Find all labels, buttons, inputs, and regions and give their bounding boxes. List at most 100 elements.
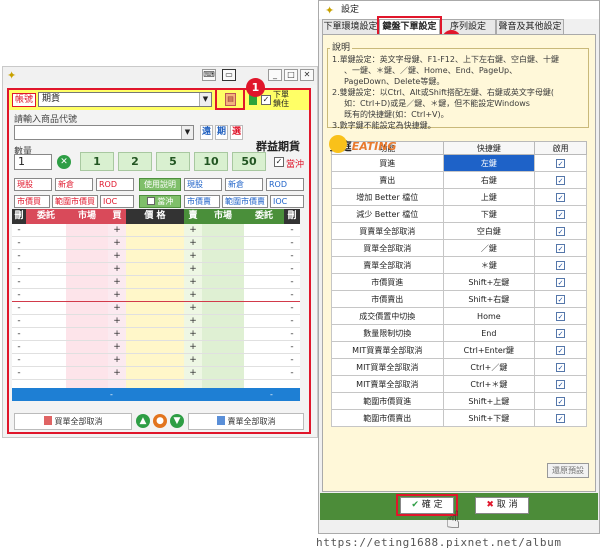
hotkey-key[interactable]: 上鍵 bbox=[442, 188, 536, 206]
minimize-button[interactable]: _ bbox=[268, 69, 282, 81]
hotkey-enabled-checkbox[interactable]: ✓ bbox=[556, 379, 566, 389]
sell-cell[interactable]: + bbox=[184, 289, 202, 302]
qty-button-1[interactable]: 1 bbox=[80, 152, 114, 171]
buy-cell[interactable]: + bbox=[108, 250, 126, 263]
delete-sell-cell[interactable]: - bbox=[284, 263, 300, 276]
daytrade-checkbox[interactable]: ✓ bbox=[274, 157, 284, 167]
hotkey-key[interactable]: ＊鍵 bbox=[442, 256, 536, 274]
left-position-select[interactable]: 新倉 bbox=[55, 178, 93, 191]
delete-sell-cell[interactable]: - bbox=[284, 289, 300, 302]
daytrade-toggle[interactable]: 當沖 bbox=[139, 195, 181, 208]
buy-cell[interactable]: + bbox=[108, 315, 126, 328]
delete-sell-cell[interactable]: - bbox=[284, 328, 300, 341]
options-button[interactable]: 選 bbox=[230, 125, 243, 140]
hotkey-enabled-checkbox[interactable]: ✓ bbox=[556, 260, 566, 270]
delete-buy-cell[interactable]: - bbox=[12, 276, 26, 289]
hotkey-key[interactable]: ／鍵 bbox=[442, 239, 536, 257]
sell-cell[interactable]: + bbox=[184, 328, 202, 341]
hotkey-enabled-checkbox[interactable]: ✓ bbox=[556, 243, 566, 253]
hotkey-enabled-checkbox[interactable]: ✓ bbox=[556, 328, 566, 338]
buy-cell[interactable]: + bbox=[108, 276, 126, 289]
hotkey-key[interactable]: 左鍵 bbox=[442, 154, 536, 172]
delete-buy-cell[interactable]: - bbox=[12, 263, 26, 276]
sell-cell[interactable]: + bbox=[184, 302, 202, 315]
delete-buy-cell[interactable]: - bbox=[12, 354, 26, 367]
hotkey-row[interactable]: 買單全部取消 ／鍵 ✓ bbox=[331, 239, 587, 257]
sell-cell[interactable]: + bbox=[184, 237, 202, 250]
hotkey-enabled-checkbox[interactable]: ✓ bbox=[556, 226, 566, 236]
hotkey-row[interactable]: 範圍市價賣出 Shift+下鍵 ✓ bbox=[331, 409, 587, 427]
hotkey-row[interactable]: 成交價置中切換 Home ✓ bbox=[331, 307, 587, 325]
buy-cell[interactable]: + bbox=[108, 328, 126, 341]
usage-guide-button[interactable]: 使用說明 bbox=[139, 178, 181, 191]
left-rod-select[interactable]: ROD bbox=[96, 178, 134, 191]
restore-defaults-button[interactable]: 還原預設 bbox=[547, 463, 589, 478]
sell-cell[interactable]: + bbox=[184, 263, 202, 276]
buy-cell[interactable]: + bbox=[108, 367, 126, 380]
hotkey-key[interactable]: Shift+上鍵 bbox=[442, 392, 536, 410]
buy-cell[interactable]: + bbox=[108, 354, 126, 367]
hotkey-key[interactable]: Shift+右鍵 bbox=[442, 290, 536, 308]
hotkey-row[interactable]: 買賣單全部取消 空白鍵 ✓ bbox=[331, 222, 587, 240]
range-market-buy-button[interactable]: 範圍市價買 bbox=[52, 195, 98, 208]
delete-buy-cell[interactable]: - bbox=[12, 237, 26, 250]
hotkey-enabled-checkbox[interactable]: ✓ bbox=[556, 158, 566, 168]
up-arrow-icon[interactable]: ▲ bbox=[136, 414, 150, 428]
sell-cell[interactable]: + bbox=[184, 341, 202, 354]
hotkey-enabled-checkbox[interactable]: ✓ bbox=[556, 311, 566, 321]
cancel-button[interactable]: ✖ 取 消 bbox=[475, 497, 529, 514]
delete-buy-cell[interactable]: - bbox=[12, 328, 26, 341]
hotkey-row[interactable]: 市價買進 Shift+左鍵 ✓ bbox=[331, 273, 587, 291]
delete-buy-cell[interactable]: - bbox=[12, 250, 26, 263]
right-rod-select[interactable]: ROD bbox=[266, 178, 304, 191]
hotkey-row[interactable]: 賣出 右鍵 ✓ bbox=[331, 171, 587, 189]
qty-button-10[interactable]: 10 bbox=[194, 152, 228, 171]
futures-button[interactable]: 期 bbox=[215, 125, 228, 140]
hotkey-enabled-checkbox[interactable]: ✓ bbox=[556, 345, 566, 355]
delete-sell-cell[interactable]: - bbox=[284, 302, 300, 315]
sell-cell[interactable]: + bbox=[184, 276, 202, 289]
maximize-button[interactable]: □ bbox=[284, 69, 298, 81]
buy-cell[interactable]: + bbox=[108, 237, 126, 250]
right-ioc-select[interactable]: IOC bbox=[270, 195, 304, 208]
buy-cell[interactable]: + bbox=[108, 263, 126, 276]
hotkey-row[interactable]: 範圍市價買進 Shift+上鍵 ✓ bbox=[331, 392, 587, 410]
hotkey-row[interactable]: 賣單全部取消 ＊鍵 ✓ bbox=[331, 256, 587, 274]
delete-sell-cell[interactable]: - bbox=[284, 354, 300, 367]
left-ioc-select[interactable]: IOC bbox=[100, 195, 134, 208]
range-market-sell-button[interactable]: 範圍市價賣 bbox=[222, 195, 268, 208]
market-buy-button[interactable]: 市價買 bbox=[14, 195, 50, 208]
delete-sell-cell[interactable]: - bbox=[284, 341, 300, 354]
far-month-button[interactable]: 遠 bbox=[200, 125, 213, 140]
buy-cell[interactable]: + bbox=[108, 289, 126, 302]
hotkey-key[interactable]: Home bbox=[442, 307, 536, 325]
down-arrow-icon[interactable]: ▼ bbox=[170, 414, 184, 428]
hotkey-row[interactable]: MIT賣單全部取消 Ctrl+＊鍵 ✓ bbox=[331, 375, 587, 393]
delete-sell-cell[interactable]: - bbox=[284, 315, 300, 328]
tab-window-icon[interactable]: ▭ bbox=[222, 69, 236, 81]
clear-icon[interactable]: ✕ bbox=[57, 155, 71, 169]
hotkey-enabled-checkbox[interactable]: ✓ bbox=[556, 277, 566, 287]
hotkey-enabled-checkbox[interactable]: ✓ bbox=[556, 396, 566, 406]
left-type-select[interactable]: 現股 bbox=[14, 178, 52, 191]
qty-button-50[interactable]: 50 bbox=[232, 152, 266, 171]
hotkey-enabled-checkbox[interactable]: ✓ bbox=[556, 413, 566, 423]
hotkey-row[interactable]: 減少 Better 檔位 下鍵 ✓ bbox=[331, 205, 587, 223]
sell-cell[interactable]: + bbox=[184, 224, 202, 237]
buy-cancel-all-button[interactable]: 買單全部取消 bbox=[14, 413, 132, 430]
center-icon[interactable]: ● bbox=[153, 414, 167, 428]
hotkey-row[interactable]: 增加 Better 檔位 上鍵 ✓ bbox=[331, 188, 587, 206]
hotkey-row[interactable]: MIT買單全部取消 Ctrl+／鍵 ✓ bbox=[331, 358, 587, 376]
hotkey-row[interactable]: 買進 左鍵 ✓ bbox=[331, 154, 587, 172]
sell-cell[interactable]: + bbox=[184, 250, 202, 263]
tab-sound-other[interactable]: 聲音及其他設定 bbox=[496, 19, 564, 34]
buy-cell[interactable]: + bbox=[108, 341, 126, 354]
delete-buy-cell[interactable]: - bbox=[12, 367, 26, 380]
right-type-select[interactable]: 現股 bbox=[184, 178, 222, 191]
clipboard-icon[interactable]: ▤ bbox=[225, 93, 236, 106]
sell-cell[interactable]: + bbox=[184, 367, 202, 380]
hotkey-key[interactable]: Ctrl+／鍵 bbox=[442, 358, 536, 376]
hotkey-key[interactable]: Ctrl+＊鍵 bbox=[442, 375, 536, 393]
sell-cancel-all-button[interactable]: 賣單全部取消 bbox=[188, 413, 304, 430]
hotkey-key[interactable]: 下鍵 bbox=[442, 205, 536, 223]
